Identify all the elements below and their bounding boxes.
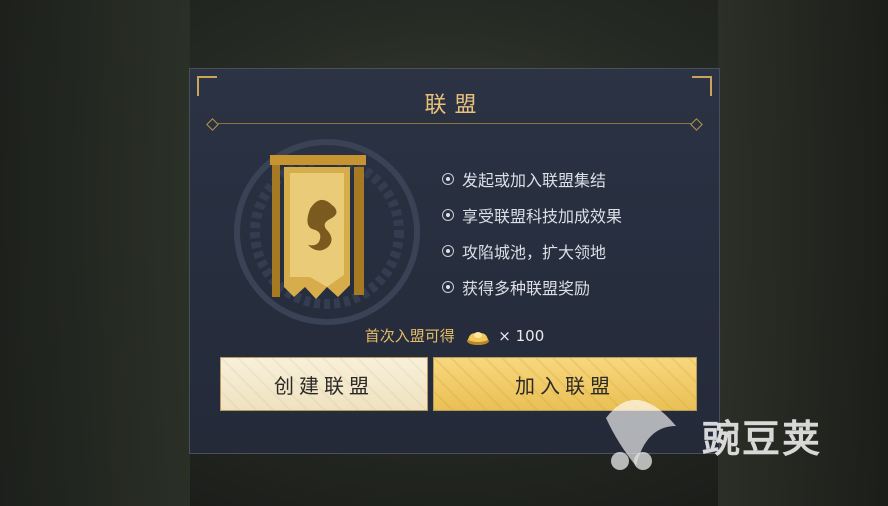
reward-amount: × 100 bbox=[498, 327, 545, 345]
feature-list: 发起或加入联盟集结 享受联盟科技加成效果 攻陷城池，扩大领地 获得多种联盟奖励 bbox=[442, 161, 622, 305]
title-divider bbox=[218, 123, 691, 124]
bullet-icon bbox=[442, 173, 454, 185]
watermark-text: 豌豆荚 bbox=[702, 417, 823, 461]
feature-text: 攻陷城池，扩大领地 bbox=[462, 243, 607, 262]
feature-text: 发起或加入联盟集结 bbox=[462, 171, 607, 190]
first-join-reward: 首次入盟可得 × 100 bbox=[190, 325, 719, 346]
list-item: 攻陷城池，扩大领地 bbox=[442, 233, 622, 269]
background-left bbox=[0, 0, 190, 506]
bullet-icon bbox=[442, 245, 454, 257]
reward-label: 首次入盟可得 bbox=[364, 327, 455, 345]
bullet-icon bbox=[442, 281, 454, 293]
dialog-title: 联盟 bbox=[424, 93, 485, 118]
feature-text: 获得多种联盟奖励 bbox=[462, 279, 591, 298]
feature-text: 享受联盟科技加成效果 bbox=[462, 207, 623, 226]
list-item: 发起或加入联盟集结 bbox=[442, 161, 622, 197]
bullet-icon bbox=[442, 209, 454, 221]
list-item: 获得多种联盟奖励 bbox=[442, 269, 622, 305]
gold-ingot-icon bbox=[466, 331, 489, 345]
list-item: 享受联盟科技加成效果 bbox=[442, 197, 622, 233]
alliance-banner-icon bbox=[234, 139, 420, 325]
create-alliance-label: 创建联盟 bbox=[274, 373, 374, 398]
create-alliance-button[interactable]: 创建联盟 bbox=[220, 357, 428, 411]
